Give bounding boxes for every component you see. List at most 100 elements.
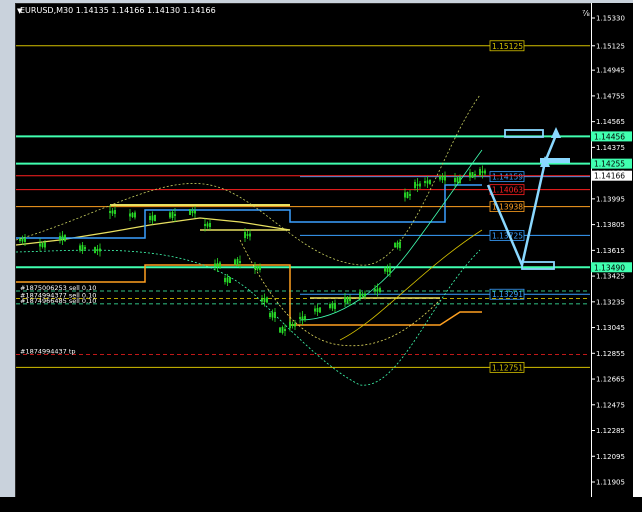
candle-body: [99, 248, 101, 252]
candle-body: [364, 293, 366, 297]
candle-body: [271, 312, 274, 318]
candle-body: [111, 210, 114, 214]
candle-body: [441, 176, 444, 180]
candle-body: [334, 303, 336, 309]
level-label: 1.14159: [492, 173, 523, 182]
price-axis-tick-label: 1.13045: [596, 324, 625, 332]
candle-body: [416, 184, 419, 186]
price-axis-tick-label: 1.12095: [596, 453, 625, 461]
projection-upper-path: [543, 134, 558, 163]
candle-body: [254, 267, 256, 269]
candle-body: [456, 177, 459, 183]
candle-body: [261, 298, 263, 302]
candle-body: [274, 312, 276, 318]
candle-body: [191, 211, 194, 213]
candle-body: [376, 288, 379, 292]
price-axis-tick-label: 1.13615: [596, 247, 625, 255]
candle-body: [214, 263, 216, 267]
chart-corner-glyph: ⅞: [582, 9, 590, 18]
candle-body: [399, 242, 401, 248]
candle-body: [129, 213, 131, 217]
target-marker: [540, 158, 570, 163]
order-label: #1874966485 sell 0.10: [20, 297, 96, 305]
candle-body: [299, 317, 301, 319]
level-label: 1.12751: [492, 363, 523, 372]
candle-body: [469, 172, 471, 178]
chart-canvas: ⅞ 1.15330 1.15125 1.14945 1.14755 1.14565 1.1…: [15, 9, 632, 487]
candle-body: [374, 289, 376, 291]
price-axis-tick-label: 1.13425: [596, 273, 625, 281]
candle-body: [379, 288, 381, 292]
candle-body: [284, 329, 286, 331]
candle-body: [19, 239, 21, 241]
candle-body: [359, 292, 361, 298]
upper-band: [15, 94, 481, 266]
candle-body: [281, 327, 284, 333]
candle-body: [459, 177, 461, 183]
lower-band: [15, 249, 481, 386]
price-badge-label: 1.14166: [594, 172, 625, 181]
candle-body: [189, 209, 191, 215]
candle-body: [204, 224, 206, 226]
candle-body: [426, 180, 429, 184]
price-badge-label: 1.14456: [594, 132, 625, 141]
candle-body: [84, 247, 86, 249]
candle-body: [471, 172, 474, 178]
candle-body: [291, 324, 294, 326]
level-label: 1.14063: [492, 186, 523, 195]
candle-body: [279, 327, 281, 333]
candle-body: [314, 308, 316, 312]
price-axis-tick-label: 1.13235: [596, 298, 625, 306]
candle-body: [109, 211, 111, 213]
candle-body: [39, 243, 41, 247]
candle-body: [429, 180, 431, 184]
candle-body: [424, 181, 426, 183]
candle-body: [226, 277, 229, 283]
candle-body: [346, 297, 349, 303]
price-axis-tick-label: 1.12665: [596, 376, 625, 384]
candle-body: [266, 297, 268, 303]
price-axis-tick-label: 1.12855: [596, 350, 625, 358]
candle-body: [21, 238, 24, 242]
candle-body: [209, 223, 211, 227]
candle-body: [61, 235, 64, 241]
candle-body: [439, 176, 441, 180]
candle-body: [151, 215, 154, 221]
candle-body: [301, 316, 304, 320]
price-axis-tick-label: 1.14755: [596, 92, 625, 100]
price-axis-tick-label: 1.13805: [596, 221, 625, 229]
candle-body: [409, 194, 411, 196]
candle-body: [249, 233, 251, 237]
candle-body: [96, 249, 99, 251]
candle-body: [149, 216, 151, 220]
trading-terminal-window: ▼ EURUSD,M30 1.14135 1.14166 1.14130 1.1…: [0, 0, 642, 512]
candle-body: [331, 303, 334, 309]
candle-body: [229, 277, 231, 283]
price-badge-label: 1.14255: [594, 160, 625, 169]
candle-body: [64, 235, 66, 241]
candle-body: [406, 192, 409, 198]
candle-body: [294, 323, 296, 327]
candle-body: [171, 212, 174, 218]
price-axis-tick-label: 1.12285: [596, 427, 625, 435]
candle-body: [41, 243, 44, 247]
candle-body: [216, 263, 219, 267]
price-axis-tick-label: 1.15330: [596, 15, 625, 23]
candle-body: [316, 308, 319, 312]
price-axis-tick-label: 1.15125: [596, 42, 625, 50]
candle-body: [319, 307, 321, 313]
candle-body: [169, 212, 171, 218]
candle-body: [419, 183, 421, 187]
price-axis-tick-label: 1.14945: [596, 67, 625, 75]
candle-body: [154, 215, 156, 221]
level-label: 1.15125: [492, 42, 523, 51]
candle-body: [414, 182, 416, 188]
candle-body: [24, 238, 26, 242]
candle-body: [246, 234, 249, 236]
candle-body: [444, 175, 446, 181]
candle-body: [236, 259, 239, 265]
candle-body: [224, 278, 226, 282]
candle-body: [234, 259, 236, 265]
price-axis-tick-label: 1.12475: [596, 401, 625, 409]
candle-body: [256, 266, 259, 270]
